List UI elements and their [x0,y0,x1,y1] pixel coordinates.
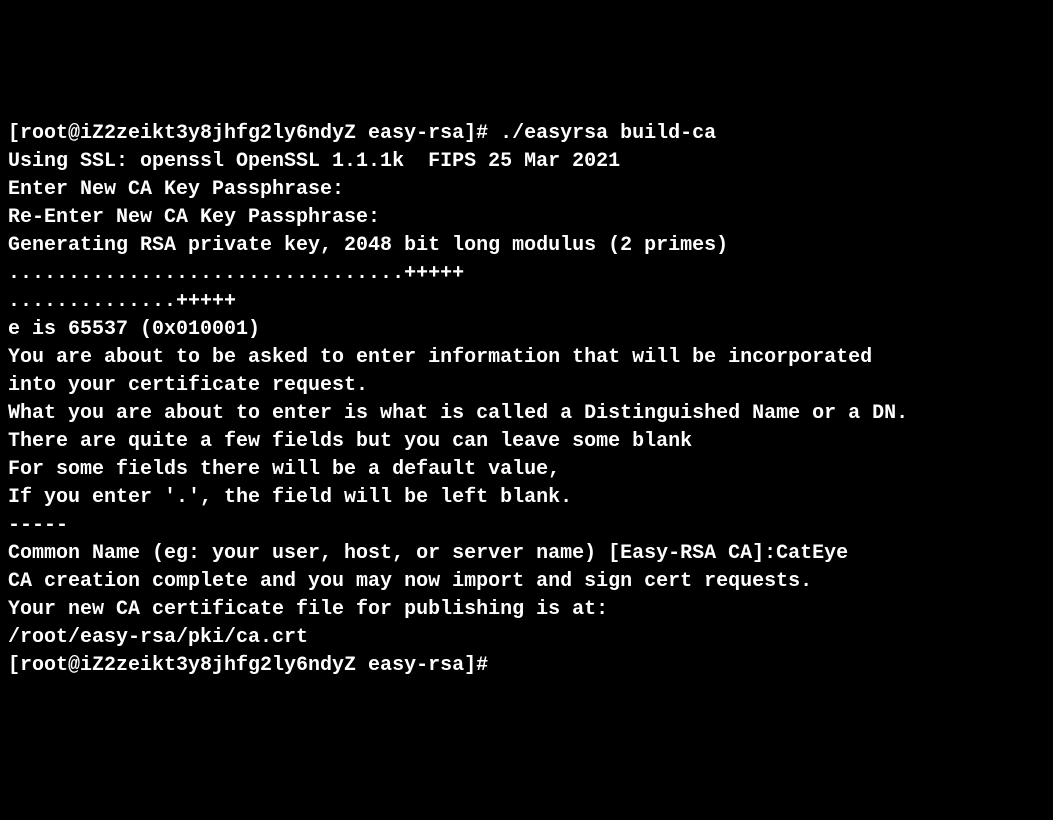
terminal-line: ----- [8,512,1045,540]
terminal-line: Re-Enter New CA Key Passphrase: [8,204,1045,232]
terminal-line: If you enter '.', the field will be left… [8,484,1045,512]
terminal-line: /root/easy-rsa/pki/ca.crt [8,624,1045,652]
terminal-line: Common Name (eg: your user, host, or ser… [8,540,1045,568]
terminal-line: [root@iZ2zeikt3y8jhfg2ly6ndyZ easy-rsa]#… [8,120,1045,148]
terminal-line: Your new CA certificate file for publish… [8,596,1045,624]
terminal-line: Enter New CA Key Passphrase: [8,176,1045,204]
terminal-line: Using SSL: openssl OpenSSL 1.1.1k FIPS 2… [8,148,1045,176]
terminal-line: There are quite a few fields but you can… [8,428,1045,456]
terminal-line: CA creation complete and you may now imp… [8,568,1045,596]
terminal-output[interactable]: [root@iZ2zeikt3y8jhfg2ly6ndyZ easy-rsa]#… [8,120,1045,680]
terminal-line: For some fields there will be a default … [8,456,1045,484]
terminal-line: e is 65537 (0x010001) [8,316,1045,344]
terminal-line: Generating RSA private key, 2048 bit lon… [8,232,1045,260]
terminal-line: ..............+++++ [8,288,1045,316]
terminal-line: What you are about to enter is what is c… [8,400,1045,428]
terminal-line: .................................+++++ [8,260,1045,288]
terminal-line: into your certificate request. [8,372,1045,400]
terminal-line: You are about to be asked to enter infor… [8,344,1045,372]
terminal-prompt[interactable]: [root@iZ2zeikt3y8jhfg2ly6ndyZ easy-rsa]# [8,652,1045,680]
